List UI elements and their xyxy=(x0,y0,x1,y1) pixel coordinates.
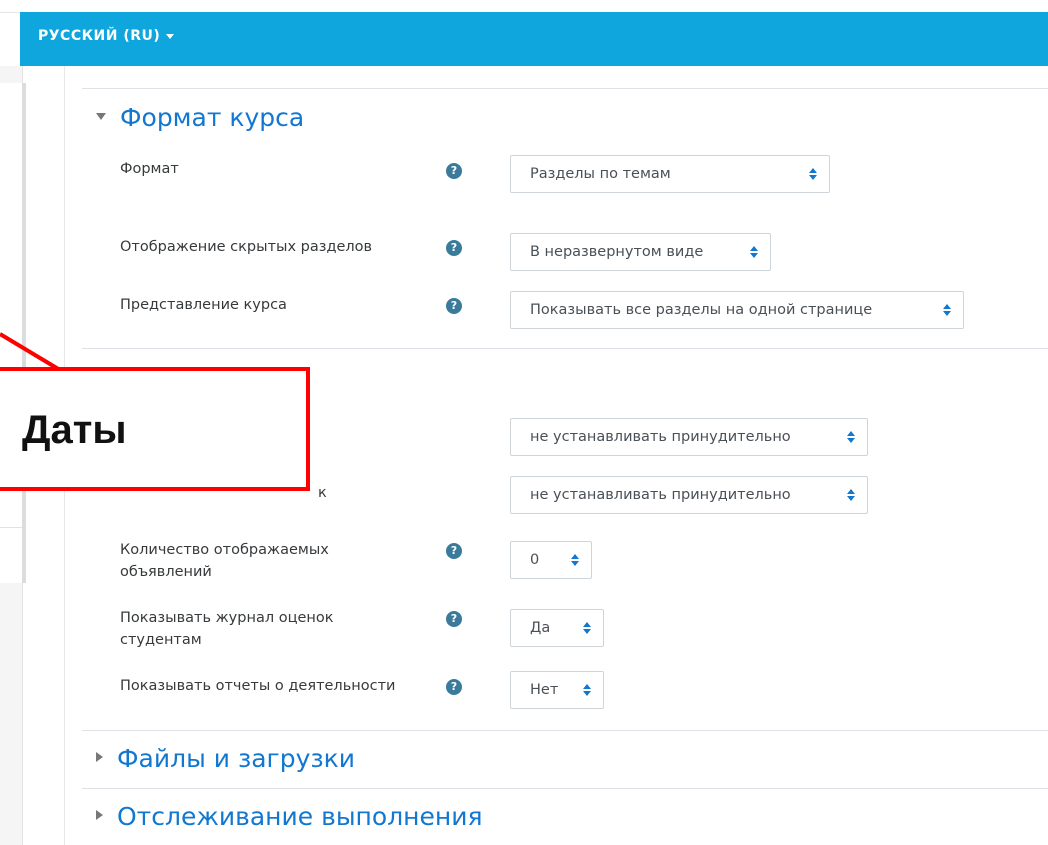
language-label: РУССКИЙ (RU) xyxy=(38,28,161,44)
select-value: В неразвернутом виде xyxy=(530,244,704,260)
select-value: Показывать все разделы на одной странице xyxy=(530,302,873,318)
help-icon[interactable]: ? xyxy=(446,240,462,256)
help-icon[interactable]: ? xyxy=(446,611,462,627)
expand-triangle-icon xyxy=(96,810,103,820)
section-completion-header[interactable]: Отслеживание выполнения xyxy=(96,802,483,831)
up-down-arrows-icon xyxy=(583,622,591,634)
drawer-divider xyxy=(0,527,22,528)
up-down-arrows-icon xyxy=(847,431,855,443)
collapse-triangle-icon xyxy=(96,112,106,120)
help-icon[interactable]: ? xyxy=(446,543,462,559)
force-theme-label-partial: к xyxy=(318,485,327,501)
section-divider xyxy=(82,788,1048,789)
news-items-label: Количество отображаемых объявлений xyxy=(120,542,329,580)
language-menu[interactable]: РУССКИЙ (RU) xyxy=(38,28,175,44)
up-down-arrows-icon xyxy=(750,246,758,258)
select-value: Разделы по темам xyxy=(530,166,671,182)
format-select[interactable]: Разделы по темам xyxy=(510,155,830,193)
top-navbar: РУССКИЙ (RU) xyxy=(20,12,1048,66)
section-divider xyxy=(82,88,1048,89)
caret-down-icon xyxy=(166,33,175,39)
news-items-select[interactable]: 0 xyxy=(510,541,592,579)
select-value: Да xyxy=(530,620,551,636)
course-layout-label: Представление курса xyxy=(120,297,287,313)
up-down-arrows-icon xyxy=(583,684,591,696)
show-grades-label: Показывать журнал оценок студентам xyxy=(120,610,334,648)
section-divider xyxy=(82,348,1048,349)
up-down-arrows-icon xyxy=(809,168,817,180)
section-files-header[interactable]: Файлы и загрузки xyxy=(96,744,355,773)
help-icon[interactable]: ? xyxy=(446,679,462,695)
select-value: Нет xyxy=(530,682,559,698)
help-icon[interactable]: ? xyxy=(446,298,462,314)
section-divider xyxy=(82,730,1048,731)
section-course-format-header[interactable]: Формат курса xyxy=(96,103,304,132)
show-reports-label: Показывать отчеты о деятельности xyxy=(120,678,396,694)
section-title: Файлы и загрузки xyxy=(117,744,356,773)
show-grades-select[interactable]: Да xyxy=(510,609,604,647)
force-theme-select[interactable]: не устанавливать принудительно xyxy=(510,476,868,514)
up-down-arrows-icon xyxy=(943,304,951,316)
hidden-sections-select[interactable]: В неразвернутом виде xyxy=(510,233,771,271)
expand-triangle-icon xyxy=(96,752,103,762)
select-value: 0 xyxy=(530,552,540,568)
select-value: не устанавливать принудительно xyxy=(530,487,791,503)
up-down-arrows-icon xyxy=(847,489,855,501)
show-reports-select[interactable]: Нет xyxy=(510,671,604,709)
help-icon[interactable]: ? xyxy=(446,163,462,179)
force-language-select[interactable]: не устанавливать принудительно xyxy=(510,418,868,456)
select-value: не устанавливать принудительно xyxy=(530,429,791,445)
hidden-sections-label: Отображение скрытых разделов xyxy=(120,239,373,255)
format-label: Формат xyxy=(120,161,179,177)
callout-label: Даты xyxy=(22,408,127,452)
course-layout-select[interactable]: Показывать все разделы на одной странице xyxy=(510,291,964,329)
up-down-arrows-icon xyxy=(571,554,579,566)
section-title: Отслеживание выполнения xyxy=(117,802,483,831)
section-title: Формат курса xyxy=(120,103,305,132)
